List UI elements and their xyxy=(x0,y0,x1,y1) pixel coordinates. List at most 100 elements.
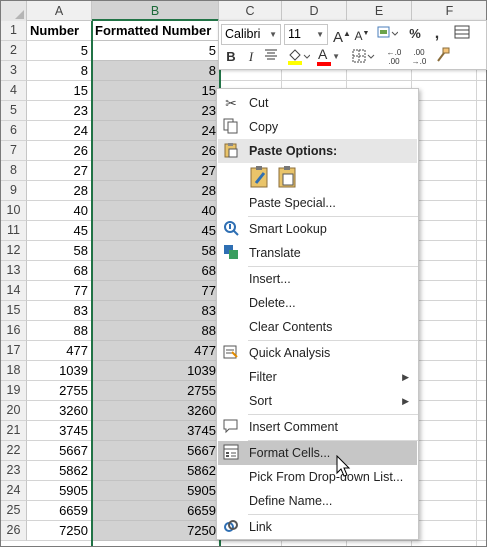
cell-b[interactable]: 28 xyxy=(92,181,219,201)
align-center-button[interactable] xyxy=(261,47,281,67)
accounting-format-button[interactable] xyxy=(374,24,400,44)
menu-item-quick-analysis[interactable]: Quick Analysis xyxy=(218,341,417,365)
cell-a[interactable]: 7250 xyxy=(27,521,92,541)
row-header[interactable]: 11 xyxy=(1,221,27,241)
cell-a[interactable]: 58 xyxy=(27,241,92,261)
cell-b[interactable]: 7250 xyxy=(92,521,219,541)
row-header[interactable]: 3 xyxy=(1,61,27,81)
cell-a[interactable]: 40 xyxy=(27,201,92,221)
row-header[interactable]: 26 xyxy=(1,521,27,541)
fill-color-button[interactable] xyxy=(285,47,311,67)
cell-b[interactable]: 68 xyxy=(92,261,219,281)
menu-item-insert-comment[interactable]: Insert Comment xyxy=(218,415,417,439)
menu-item-paste-special[interactable]: Paste Special... xyxy=(218,191,417,215)
cell-b[interactable]: 88 xyxy=(92,321,219,341)
cell-b[interactable]: 77 xyxy=(92,281,219,301)
row-header[interactable]: 5 xyxy=(1,101,27,121)
cell-b[interactable]: 477 xyxy=(92,341,219,361)
cell-a[interactable]: 77 xyxy=(27,281,92,301)
bold-button[interactable]: B xyxy=(221,47,241,67)
row-header[interactable]: 16 xyxy=(1,321,27,341)
cell-b[interactable]: 58 xyxy=(92,241,219,261)
row-header[interactable]: 18 xyxy=(1,361,27,381)
menu-item-pick-from-list[interactable]: Pick From Drop-down List... xyxy=(218,465,417,489)
row-header[interactable]: 21 xyxy=(1,421,27,441)
menu-item-insert[interactable]: Insert... xyxy=(218,267,417,291)
cell-b[interactable]: 3745 xyxy=(92,421,219,441)
column-header-e[interactable]: E xyxy=(347,1,412,21)
format-painter-button[interactable] xyxy=(433,47,453,67)
cell-a[interactable]: 28 xyxy=(27,181,92,201)
cell-a[interactable]: 5667 xyxy=(27,441,92,461)
font-color-button[interactable]: A ▼ xyxy=(315,46,341,67)
cell-b[interactable]: 23 xyxy=(92,101,219,121)
cell-a[interactable]: 68 xyxy=(27,261,92,281)
row-header[interactable]: 1 xyxy=(1,21,27,41)
cell-b[interactable]: 45 xyxy=(92,221,219,241)
increase-font-size-button[interactable]: A▲ xyxy=(332,24,352,46)
column-header-d[interactable]: D xyxy=(282,1,347,21)
font-name-select[interactable]: Calibri ▼ xyxy=(221,24,281,45)
row-header[interactable]: 7 xyxy=(1,141,27,161)
cell-b[interactable]: 26 xyxy=(92,141,219,161)
menu-item-translate[interactable]: Translate xyxy=(218,241,417,265)
format-painter-table-button[interactable] xyxy=(452,24,472,44)
cell-a[interactable]: 24 xyxy=(27,121,92,141)
row-header[interactable]: 19 xyxy=(1,381,27,401)
menu-item-define-name[interactable]: Define Name... xyxy=(218,489,417,513)
row-header[interactable]: 23 xyxy=(1,461,27,481)
cell-a[interactable]: 6659 xyxy=(27,501,92,521)
column-header-f[interactable]: F xyxy=(412,1,486,21)
row-header[interactable]: 4 xyxy=(1,81,27,101)
cell-a[interactable]: 5862 xyxy=(27,461,92,481)
cell-b[interactable]: 5905 xyxy=(92,481,219,501)
cell-a[interactable]: 23 xyxy=(27,101,92,121)
menu-item-cut[interactable]: ✂ Cut xyxy=(218,91,417,115)
cell-a[interactable]: 477 xyxy=(27,341,92,361)
increase-decimal-button[interactable]: ←.0.00 xyxy=(384,47,404,67)
percent-style-button[interactable]: % xyxy=(405,24,425,44)
menu-item-clear-contents[interactable]: Clear Contents xyxy=(218,315,417,339)
cell-a[interactable]: 2755 xyxy=(27,381,92,401)
cell-a[interactable]: 26 xyxy=(27,141,92,161)
cell-a[interactable]: 27 xyxy=(27,161,92,181)
row-header[interactable]: 8 xyxy=(1,161,27,181)
cell-a[interactable]: 88 xyxy=(27,321,92,341)
cell-a[interactable]: 83 xyxy=(27,301,92,321)
cell-a[interactable]: 15 xyxy=(27,81,92,101)
cell-a[interactable]: 5905 xyxy=(27,481,92,501)
cell-b[interactable]: 6659 xyxy=(92,501,219,521)
borders-button[interactable] xyxy=(350,47,376,67)
row-header[interactable]: 13 xyxy=(1,261,27,281)
paste-button[interactable] xyxy=(276,165,300,189)
row-header[interactable]: 24 xyxy=(1,481,27,501)
cell-b[interactable]: 5 xyxy=(92,41,219,61)
cell-a[interactable]: 1039 xyxy=(27,361,92,381)
menu-item-filter[interactable]: Filter ▶ xyxy=(218,365,417,389)
select-all-button[interactable] xyxy=(1,1,27,21)
row-header[interactable]: 6 xyxy=(1,121,27,141)
row-header[interactable]: 25 xyxy=(1,501,27,521)
italic-button[interactable]: I xyxy=(241,47,261,67)
row-header[interactable]: 20 xyxy=(1,401,27,421)
cell-a[interactable]: 3745 xyxy=(27,421,92,441)
menu-item-format-cells[interactable]: Format Cells... xyxy=(218,441,417,465)
menu-item-copy[interactable]: Copy xyxy=(218,115,417,139)
cell-a[interactable]: 45 xyxy=(27,221,92,241)
cell-b[interactable]: Formatted Number xyxy=(92,21,219,41)
cell-b[interactable]: 83 xyxy=(92,301,219,321)
cell-b[interactable]: 27 xyxy=(92,161,219,181)
cell-b[interactable]: 24 xyxy=(92,121,219,141)
menu-item-sort[interactable]: Sort ▶ xyxy=(218,389,417,413)
cell-a[interactable]: 3260 xyxy=(27,401,92,421)
cell-b[interactable]: 15 xyxy=(92,81,219,101)
row-header[interactable]: 14 xyxy=(1,281,27,301)
cell-a[interactable]: 8 xyxy=(27,61,92,81)
cell-b[interactable]: 2755 xyxy=(92,381,219,401)
decrease-font-size-button[interactable]: A▼ xyxy=(352,24,372,44)
paste-formatting-button[interactable] xyxy=(248,165,272,189)
cell-b[interactable]: 40 xyxy=(92,201,219,221)
cell-b[interactable]: 8 xyxy=(92,61,219,81)
menu-item-smart-lookup[interactable]: Smart Lookup xyxy=(218,217,417,241)
row-header[interactable]: 17 xyxy=(1,341,27,361)
